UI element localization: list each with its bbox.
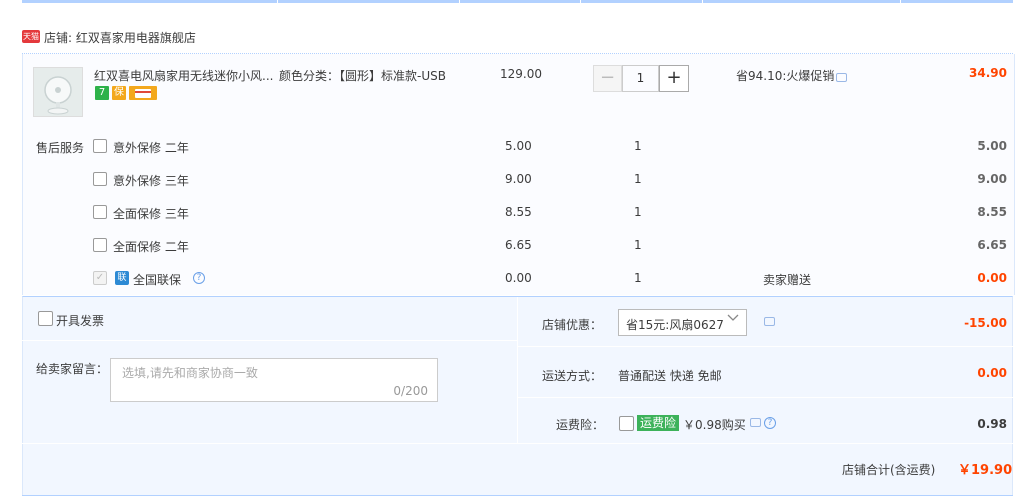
service-name: 意外保修 二年 bbox=[113, 141, 189, 155]
footer-divider bbox=[22, 340, 517, 341]
service-checkbox[interactable] bbox=[93, 139, 107, 153]
service-checkbox[interactable] bbox=[93, 172, 107, 186]
shop-coupon-label: 店铺优惠： bbox=[542, 318, 603, 332]
shipping-insurance-price: ￥0.98购买 bbox=[683, 418, 746, 432]
shop-subtotal-value: ￥19.90 bbox=[958, 463, 1013, 478]
coupon-selected-value[interactable]: 省15元:风扇0627 bbox=[626, 316, 724, 333]
seller-gift-note: 卖家赠送 bbox=[763, 273, 812, 287]
footer-divider bbox=[517, 297, 518, 443]
service-name: 意外保修 三年 bbox=[113, 174, 189, 188]
service-price: 9.00 bbox=[505, 172, 532, 186]
service-checkbox[interactable] bbox=[93, 238, 107, 252]
footer-divider bbox=[518, 397, 1013, 398]
footer-divider bbox=[518, 346, 1013, 347]
invoice-label[interactable]: 开具发票 bbox=[56, 312, 104, 329]
table-header-bar bbox=[22, 0, 1013, 3]
promotion-text: 省94.10:火爆促销 bbox=[736, 69, 835, 83]
product-thumbnail[interactable] bbox=[33, 67, 83, 117]
invoice-checkbox[interactable] bbox=[38, 311, 53, 326]
service-total: 6.65 bbox=[977, 238, 1007, 252]
service-price: 5.00 bbox=[505, 139, 532, 153]
shipping-insurance-label: 运费险： bbox=[556, 418, 605, 432]
unit-price: 129.00 bbox=[500, 67, 542, 81]
service-checkbox-checked-disabled: ✓ bbox=[93, 271, 107, 285]
service-total: 0.00 bbox=[977, 271, 1007, 285]
product-title[interactable]: 红双喜电风扇家用无线迷你小风... bbox=[94, 67, 274, 84]
quantity-input[interactable]: 1 bbox=[622, 65, 659, 92]
promo-info-icon[interactable] bbox=[836, 73, 847, 82]
item-total: 34.90 bbox=[969, 66, 1007, 80]
service-name: 全国联保 bbox=[133, 273, 182, 287]
footer-divider bbox=[22, 443, 1013, 444]
coupon-info-icon[interactable] bbox=[764, 317, 775, 326]
service-price: 8.55 bbox=[505, 205, 532, 219]
insurance-info-icon[interactable] bbox=[750, 418, 761, 427]
shipping-method: 普通配送 快递 免邮 bbox=[618, 369, 722, 383]
service-total: 9.00 bbox=[977, 172, 1007, 186]
message-placeholder: 选填,请先和商家协商一致 bbox=[122, 366, 258, 380]
shop-name[interactable]: 店铺: 红双喜家用电器旗舰店 bbox=[44, 29, 196, 46]
service-qty: 1 bbox=[634, 205, 642, 219]
national-warranty-icon: 联 bbox=[115, 271, 129, 285]
message-char-count: 0/200 bbox=[393, 384, 428, 398]
guarantee-icon[interactable]: 保 bbox=[112, 86, 126, 100]
shipping-insurance-amount: 0.98 bbox=[977, 417, 1007, 431]
credit-card-icon[interactable] bbox=[129, 86, 157, 100]
quantity-increase-button[interactable]: + bbox=[659, 65, 689, 92]
service-name: 全面保修 三年 bbox=[113, 207, 189, 221]
seven-day-return-icon[interactable]: 7 bbox=[95, 86, 109, 100]
divider bbox=[22, 495, 1013, 496]
shipping-insurance-badge: 运费险 bbox=[637, 415, 680, 431]
help-icon[interactable]: ? bbox=[193, 272, 205, 284]
service-price: 6.65 bbox=[505, 238, 532, 252]
service-qty: 1 bbox=[634, 139, 642, 153]
shipping-insurance-checkbox[interactable] bbox=[619, 416, 634, 431]
message-label: 给卖家留言： bbox=[36, 362, 109, 376]
coupon-amount: -15.00 bbox=[964, 316, 1007, 330]
shop-row: 天猫 店铺: 红双喜家用电器旗舰店 bbox=[22, 26, 1013, 48]
shop-subtotal-label: 店铺合计(含运费) bbox=[842, 463, 936, 477]
service-total: 8.55 bbox=[977, 205, 1007, 219]
help-icon[interactable]: ? bbox=[764, 417, 776, 429]
chevron-down-icon[interactable] bbox=[726, 311, 740, 329]
quantity-decrease-button[interactable]: − bbox=[593, 65, 622, 92]
tmall-icon: 天猫 bbox=[22, 30, 40, 43]
service-total: 5.00 bbox=[977, 139, 1007, 153]
service-name: 全面保修 二年 bbox=[113, 240, 189, 254]
service-checkbox[interactable] bbox=[93, 205, 107, 219]
shipping-amount: 0.00 bbox=[977, 366, 1007, 380]
service-price: 0.00 bbox=[505, 271, 532, 285]
service-qty: 1 bbox=[634, 172, 642, 186]
service-qty: 1 bbox=[634, 271, 642, 285]
after-sales-label: 售后服务 bbox=[36, 141, 85, 155]
service-qty: 1 bbox=[634, 238, 642, 252]
shipping-label: 运送方式： bbox=[542, 369, 603, 383]
product-attributes: 颜色分类：【圆形】标准款-USB bbox=[279, 69, 446, 83]
